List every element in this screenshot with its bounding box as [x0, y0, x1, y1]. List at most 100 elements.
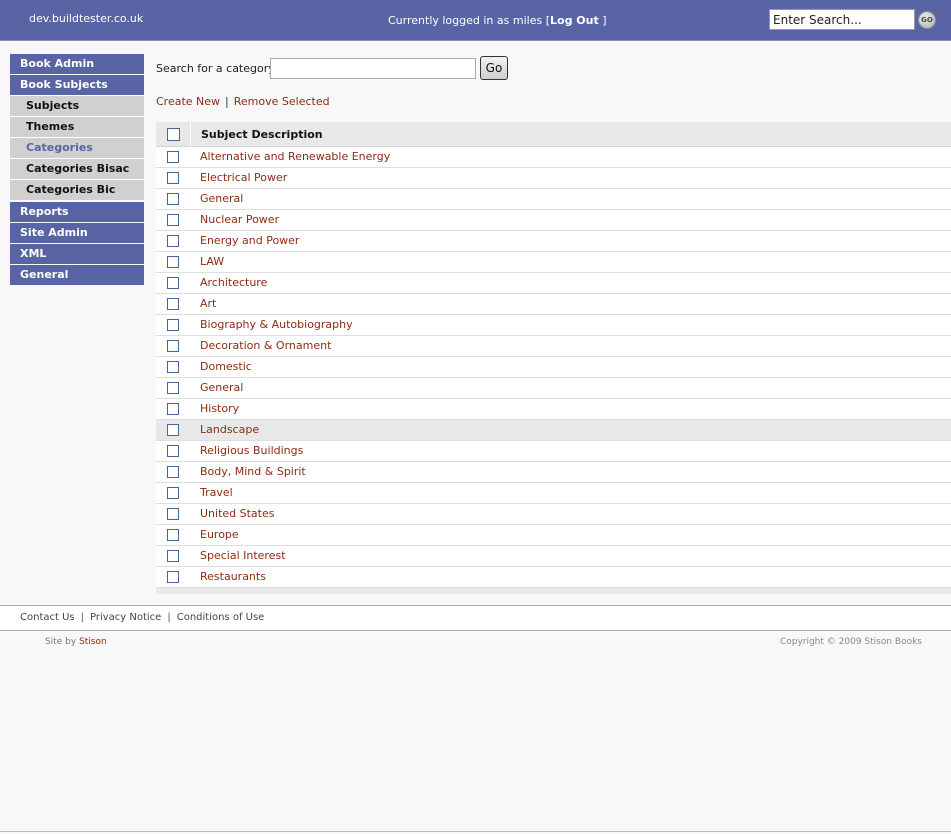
nav-book-subjects[interactable]: Book Subjects [10, 75, 144, 95]
row-checkbox[interactable] [167, 277, 179, 289]
select-all-checkbox[interactable] [167, 128, 180, 141]
row-checkbox[interactable] [167, 319, 179, 331]
action-separator: | [225, 95, 229, 108]
row-checkbox[interactable] [167, 172, 179, 184]
row-checkbox[interactable] [167, 550, 179, 562]
subject-description-link[interactable]: Energy and Power [200, 234, 299, 247]
subject-description-link[interactable]: Europe [200, 528, 239, 541]
remove-selected-link[interactable]: Remove Selected [234, 95, 330, 108]
site-search-go-button[interactable]: GO [918, 11, 936, 29]
site-name: dev.buildtester.co.uk [29, 12, 144, 25]
header-divider [190, 122, 191, 147]
copyright-text: Copyright © 2009 Stison Books [779, 637, 922, 647]
subject-description-link[interactable]: General [200, 192, 243, 205]
page-bottom-border [0, 831, 951, 832]
subject-description-link[interactable]: Travel [200, 486, 233, 499]
subject-description-link[interactable]: Biography & Autobiography [200, 318, 353, 331]
site-credit-prefix: Site by [45, 637, 77, 647]
subject-description-link[interactable]: Religious Buildings [200, 444, 303, 457]
table-row: Nuclear Power [156, 210, 951, 231]
subject-description-link[interactable]: Domestic [200, 360, 252, 373]
footer-separator: | [80, 612, 84, 623]
site-credit-link[interactable]: Stison [79, 637, 107, 647]
row-checkbox[interactable] [167, 403, 179, 415]
bracket-close: ] [602, 14, 607, 27]
row-checkbox[interactable] [167, 424, 179, 436]
table-row: Travel [156, 483, 951, 504]
table-row: United States [156, 504, 951, 525]
nav-site-admin[interactable]: Site Admin [10, 223, 144, 243]
subject-description-link[interactable]: Electrical Power [200, 171, 287, 184]
sidebar-group-lower: Reports Site Admin XML General [10, 202, 144, 286]
subject-description-link[interactable]: Art [200, 297, 216, 310]
row-checkbox[interactable] [167, 529, 179, 541]
sidebar-nav: Book Admin Book Subjects Subjects Themes… [10, 54, 144, 285]
row-checkbox[interactable] [167, 571, 179, 583]
subject-description-link[interactable]: History [200, 402, 239, 415]
table-body: Alternative and Renewable Energy Electric… [156, 147, 951, 588]
nav-sub-categories-bisac[interactable]: Categories Bisac [10, 159, 144, 179]
table-row: Body, Mind & Spirit [156, 462, 951, 483]
row-checkbox[interactable] [167, 193, 179, 205]
category-search-input[interactable] [270, 58, 476, 79]
site-credit: Site by Stison [45, 637, 107, 647]
subject-description-link[interactable]: United States [200, 507, 275, 520]
row-checkbox[interactable] [167, 487, 179, 499]
nav-reports[interactable]: Reports [10, 202, 144, 222]
row-checkbox[interactable] [167, 382, 179, 394]
nav-sub-themes[interactable]: Themes [10, 117, 144, 137]
subject-description-link[interactable]: Special Interest [200, 549, 286, 562]
nav-general[interactable]: General [10, 265, 144, 285]
row-checkbox[interactable] [167, 235, 179, 247]
row-checkbox[interactable] [167, 445, 179, 457]
nav-book-admin[interactable]: Book Admin [10, 54, 144, 74]
table-row: Biography & Autobiography [156, 315, 951, 336]
footer-links-bar: Contact Us | Privacy Notice | Conditions of … [0, 605, 951, 631]
logout-link[interactable]: Log Out [550, 14, 599, 27]
subject-description-link[interactable]: Alternative and Renewable Energy [200, 150, 390, 163]
site-search-input[interactable] [769, 9, 915, 30]
subject-description-link[interactable]: LAW [200, 255, 224, 268]
table-row: Decoration & Ornament [156, 336, 951, 357]
table-row: History [156, 399, 951, 420]
nav-sub-subjects[interactable]: Subjects [10, 96, 144, 116]
subject-description-link[interactable]: Nuclear Power [200, 213, 279, 226]
table-row: Energy and Power [156, 231, 951, 252]
subject-description-link[interactable]: General [200, 381, 243, 394]
nav-sub-categories-bic[interactable]: Categories Bic [10, 180, 144, 200]
footer-privacy-link[interactable]: Privacy Notice [90, 612, 161, 623]
subject-description-link[interactable]: Landscape [200, 423, 259, 436]
subject-description-link[interactable]: Restaurants [200, 570, 266, 583]
row-checkbox[interactable] [167, 298, 179, 310]
row-checkbox[interactable] [167, 340, 179, 352]
table-row: Domestic [156, 357, 951, 378]
create-new-link[interactable]: Create New [156, 95, 220, 108]
table-row: Europe [156, 525, 951, 546]
subject-description-link[interactable]: Body, Mind & Spirit [200, 465, 306, 478]
login-text: Currently logged in as miles [388, 14, 543, 27]
login-status: Currently logged in as miles [Log Out ] [388, 14, 607, 27]
top-header: dev.buildtester.co.uk Currently logged i… [0, 0, 951, 41]
subject-description-link[interactable]: Decoration & Ornament [200, 339, 331, 352]
nav-xml[interactable]: XML [10, 244, 144, 264]
nav-sub-categories[interactable]: Categories [10, 138, 144, 158]
row-checkbox[interactable] [167, 256, 179, 268]
table-row: Architecture [156, 273, 951, 294]
row-checkbox[interactable] [167, 466, 179, 478]
table-row: LAW [156, 252, 951, 273]
table-footer-bar [156, 588, 951, 594]
table-row: Alternative and Renewable Energy [156, 147, 951, 168]
footer-conditions-link[interactable]: Conditions of Use [177, 612, 265, 623]
row-checkbox[interactable] [167, 151, 179, 163]
table-row: General [156, 189, 951, 210]
table-row: General [156, 378, 951, 399]
table-row: Art [156, 294, 951, 315]
row-checkbox[interactable] [167, 508, 179, 520]
footer-contact-link[interactable]: Contact Us [20, 612, 75, 623]
row-checkbox[interactable] [167, 214, 179, 226]
row-checkbox[interactable] [167, 361, 179, 373]
column-header-subject-description[interactable]: Subject Description [201, 128, 323, 141]
category-search-go-button[interactable]: Go [480, 56, 508, 80]
subject-description-link[interactable]: Architecture [200, 276, 267, 289]
action-links: Create New | Remove Selected [156, 95, 330, 108]
